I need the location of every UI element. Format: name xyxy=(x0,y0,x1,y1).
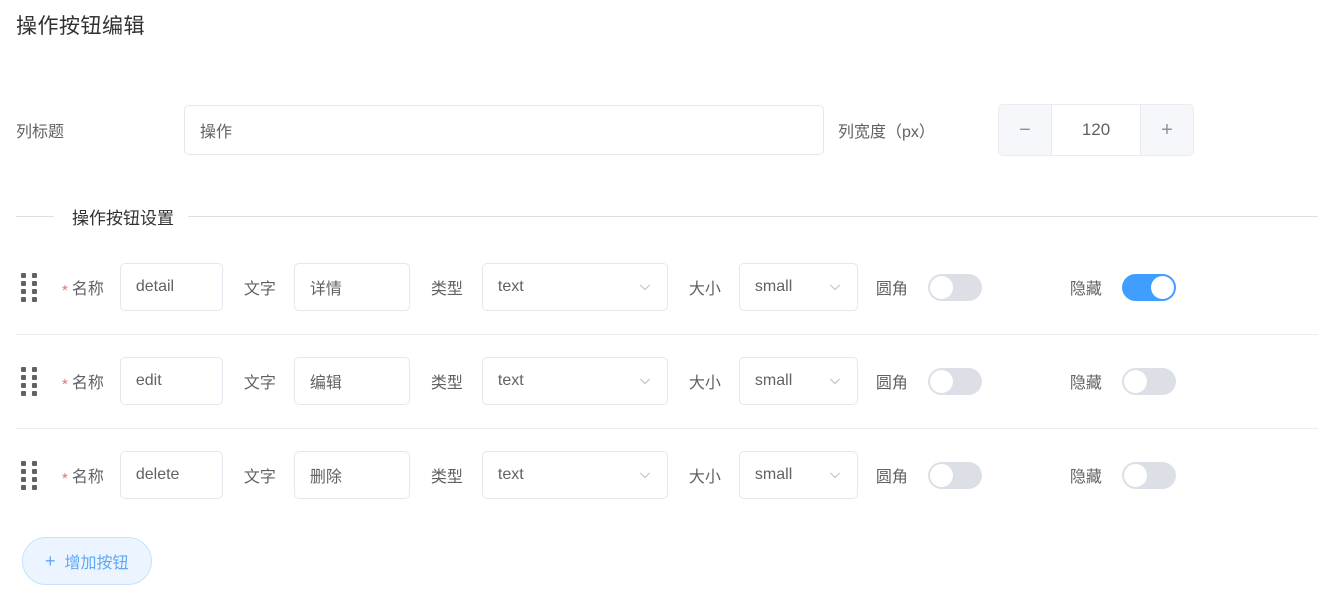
add-button[interactable]: + 增加按钮 xyxy=(22,537,152,585)
size-select-value: small xyxy=(754,372,793,389)
size-label: 大小 xyxy=(688,281,721,298)
round-switch[interactable] xyxy=(927,461,982,489)
column-width-stepper[interactable]: − 120 + xyxy=(998,104,1194,156)
size-label: 大小 xyxy=(688,469,721,486)
column-width-label: 列宽度（px） xyxy=(838,124,935,141)
required-asterisk: * xyxy=(62,375,68,393)
type-select-value: text xyxy=(497,372,524,389)
switch-knob xyxy=(929,463,953,487)
column-title-input[interactable]: 操作 xyxy=(184,105,824,155)
type-select[interactable]: text xyxy=(481,451,668,499)
name-input[interactable]: delete xyxy=(119,451,223,499)
text-input[interactable]: 编辑 xyxy=(293,357,410,405)
divider-line-left xyxy=(16,215,54,217)
chevron-down-icon xyxy=(828,374,842,388)
action-button-editor-page: 操作按钮编辑 列标题 操作 列宽度（px） − 120 + 操作按钮设置 * 名… xyxy=(0,0,1322,614)
hidden-switch[interactable] xyxy=(1121,461,1176,489)
size-label: 大小 xyxy=(688,375,721,392)
switch-knob xyxy=(1150,275,1174,299)
chevron-down-icon xyxy=(638,468,652,482)
text-label: 文字 xyxy=(243,375,276,392)
size-select[interactable]: small xyxy=(738,263,858,311)
plus-icon: + xyxy=(45,551,56,571)
chevron-down-icon xyxy=(638,374,652,388)
type-label: 类型 xyxy=(430,281,463,298)
chevron-down-icon xyxy=(828,468,842,482)
text-label: 文字 xyxy=(243,469,276,486)
switch-knob xyxy=(929,369,953,393)
drag-handle-icon[interactable] xyxy=(18,460,40,490)
switch-knob xyxy=(1123,369,1147,393)
hidden-label: 隐藏 xyxy=(1069,281,1102,298)
round-switch[interactable] xyxy=(927,273,982,301)
type-select[interactable]: text xyxy=(481,263,668,311)
name-label: 名称 xyxy=(71,281,104,298)
text-label: 文字 xyxy=(243,281,276,298)
size-select[interactable]: small xyxy=(738,451,858,499)
hidden-label: 隐藏 xyxy=(1069,375,1102,392)
drag-handle-icon[interactable] xyxy=(18,272,40,302)
type-label: 类型 xyxy=(430,375,463,392)
column-title-label: 列标题 xyxy=(16,124,65,141)
name-input[interactable]: edit xyxy=(119,357,223,405)
text-input[interactable]: 详情 xyxy=(293,263,410,311)
column-width-value[interactable]: 120 xyxy=(1052,105,1140,155)
type-select[interactable]: text xyxy=(481,357,668,405)
chevron-down-icon xyxy=(828,280,842,294)
required-asterisk: * xyxy=(62,469,68,487)
hidden-label: 隐藏 xyxy=(1069,469,1102,486)
stepper-increment-button[interactable]: + xyxy=(1140,105,1193,155)
text-input[interactable]: 删除 xyxy=(293,451,410,499)
name-label: 名称 xyxy=(71,469,104,486)
name-input[interactable]: detail xyxy=(119,263,223,311)
drag-handle-icon[interactable] xyxy=(18,366,40,396)
round-label: 圆角 xyxy=(875,469,908,486)
round-label: 圆角 xyxy=(875,375,908,392)
section-divider: 操作按钮设置 xyxy=(0,206,1322,228)
name-label: 名称 xyxy=(71,375,104,392)
hidden-switch[interactable] xyxy=(1121,367,1176,395)
table-row: * 名称 delete 文字 删除 类型 text 大小 small 圆角 隐藏 xyxy=(0,428,1322,522)
round-switch[interactable] xyxy=(927,367,982,395)
chevron-down-icon xyxy=(638,280,652,294)
switch-knob xyxy=(1123,463,1147,487)
stepper-decrement-button[interactable]: − xyxy=(999,105,1052,155)
round-label: 圆角 xyxy=(875,281,908,298)
required-asterisk: * xyxy=(62,281,68,299)
page-title: 操作按钮编辑 xyxy=(16,15,145,38)
switch-knob xyxy=(929,275,953,299)
table-row: * 名称 edit 文字 编辑 类型 text 大小 small 圆角 隐藏 xyxy=(0,334,1322,428)
section-title: 操作按钮设置 xyxy=(72,208,174,228)
size-select[interactable]: small xyxy=(738,357,858,405)
type-select-value: text xyxy=(497,278,524,295)
table-row: * 名称 detail 文字 详情 类型 text 大小 small 圆角 隐藏 xyxy=(0,240,1322,334)
size-select-value: small xyxy=(754,466,793,483)
button-list: * 名称 detail 文字 详情 类型 text 大小 small 圆角 隐藏 xyxy=(0,240,1322,522)
divider-line-right xyxy=(188,215,1318,217)
hidden-switch[interactable] xyxy=(1121,273,1176,301)
top-form-row: 列标题 操作 列宽度（px） − 120 + xyxy=(0,104,1322,156)
add-button-label: 增加按钮 xyxy=(64,555,129,572)
type-select-value: text xyxy=(497,466,524,483)
size-select-value: small xyxy=(754,278,793,295)
type-label: 类型 xyxy=(430,469,463,486)
